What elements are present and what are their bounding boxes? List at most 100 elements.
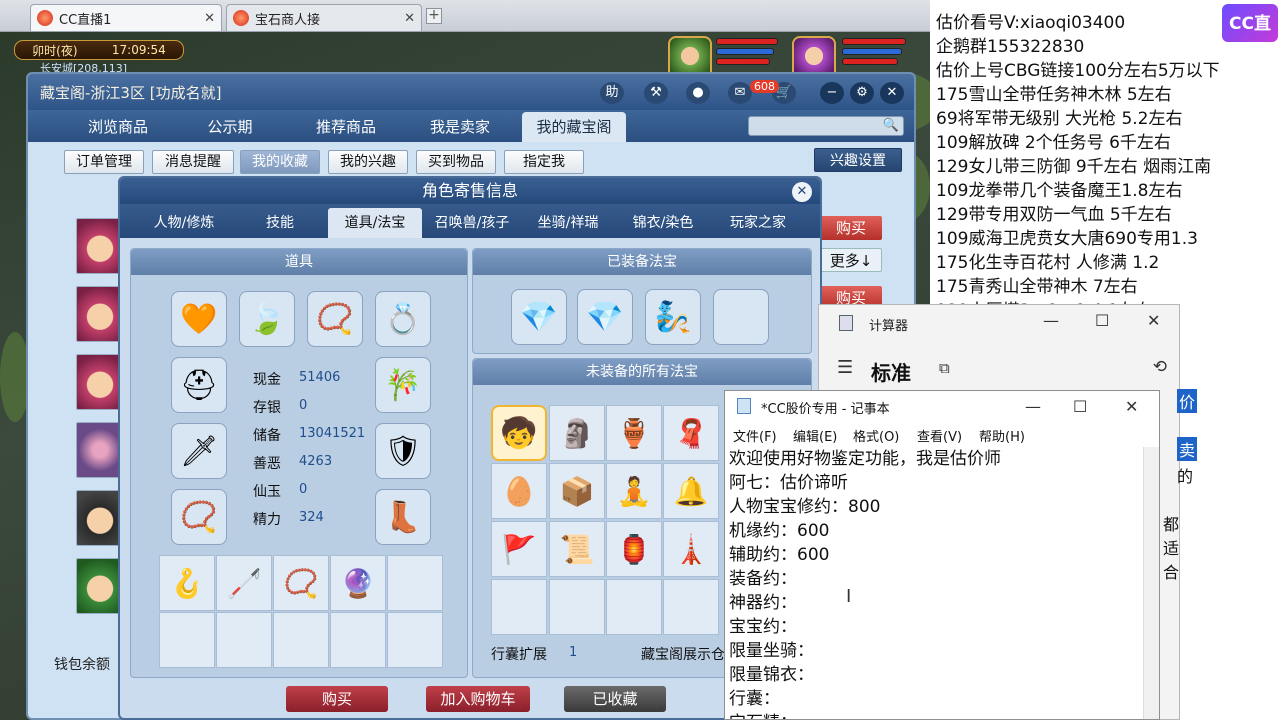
chat-icon[interactable]: ✉ xyxy=(728,82,752,104)
treasure-cell[interactable] xyxy=(549,579,605,635)
tab-character[interactable]: 人物/修炼 xyxy=(138,208,230,238)
close-icon[interactable]: ✕ xyxy=(1147,311,1160,330)
order-manage-button[interactable]: 订单管理 xyxy=(64,150,144,174)
treasure-slot[interactable]: 🧞 xyxy=(645,289,701,345)
item-slot[interactable]: 🍃 xyxy=(239,291,295,347)
tab-my-pavilion[interactable]: 我的藏宝阁 xyxy=(522,112,626,142)
treasure-cell[interactable]: 🚩 xyxy=(491,521,547,577)
new-tab-button[interactable]: + xyxy=(426,8,442,24)
browser-tab-cc-live[interactable]: CC直播1 ✕ xyxy=(30,4,222,31)
treasure-cell[interactable]: 🧘 xyxy=(606,463,662,519)
close-icon[interactable]: ✕ xyxy=(1125,397,1138,416)
bag-cell[interactable] xyxy=(330,612,386,668)
item-slot[interactable]: 📿 xyxy=(307,291,363,347)
maximize-icon[interactable]: ☐ xyxy=(1073,397,1087,416)
list-item-avatar[interactable] xyxy=(76,490,124,546)
bag-cell[interactable] xyxy=(387,555,443,611)
treasure-cell[interactable] xyxy=(491,579,547,635)
maximize-icon[interactable]: ☐ xyxy=(1095,311,1109,330)
tab-recommended[interactable]: 推荐商品 xyxy=(294,112,398,142)
treasure-cell[interactable] xyxy=(606,579,662,635)
list-item-avatar[interactable] xyxy=(76,286,124,342)
treasure-cell[interactable]: 🏺 xyxy=(606,405,662,461)
treasure-cell[interactable] xyxy=(663,579,719,635)
menu-help[interactable]: 帮助(H) xyxy=(979,426,1025,445)
bag-cell[interactable]: 🪝 xyxy=(159,555,215,611)
search-input[interactable]: 🔍 xyxy=(748,116,904,136)
search-icon[interactable]: 🔍 xyxy=(883,118,899,133)
hammer-icon[interactable]: ⚒ xyxy=(644,82,668,104)
bag-cell[interactable]: 🦯 xyxy=(216,555,272,611)
minimize-icon[interactable]: — xyxy=(1043,311,1059,330)
notepad-text-area[interactable]: 欢迎使用好物鉴定功能，我是估价师 阿七：估价谛听 人物宝宝修约：800 机缘约：… xyxy=(729,447,1139,719)
treasure-cell[interactable]: 🧣 xyxy=(663,405,719,461)
history-icon[interactable]: ⟲ xyxy=(1153,357,1167,377)
keep-on-top-icon[interactable]: ⧉ xyxy=(939,359,950,377)
vertical-scrollbar[interactable] xyxy=(1143,447,1159,719)
bag-cell[interactable] xyxy=(216,612,272,668)
menu-file[interactable]: 文件(F) xyxy=(733,426,777,445)
accessory-slot[interactable]: 🎋 xyxy=(375,357,431,413)
favorited-button[interactable]: 已收藏 xyxy=(564,686,666,712)
menu-icon[interactable]: ☰ xyxy=(837,357,853,378)
treasure-cell[interactable]: 🗿 xyxy=(549,405,605,461)
tab-pets[interactable]: 召唤兽/孩子 xyxy=(426,208,518,238)
more-button[interactable]: 更多↓ xyxy=(820,248,882,272)
tab-seller[interactable]: 我是卖家 xyxy=(408,112,512,142)
buy-button[interactable]: 购买 xyxy=(286,686,388,712)
my-favorites-button[interactable]: 我的收藏 xyxy=(240,150,320,174)
message-remind-button[interactable]: 消息提醒 xyxy=(152,150,234,174)
boots-slot[interactable]: 👢 xyxy=(375,489,431,545)
tab-items-treasure[interactable]: 道具/法宝 xyxy=(328,208,422,238)
bag-cell[interactable]: 📿 xyxy=(273,555,329,611)
item-slot[interactable]: 🧡 xyxy=(171,291,227,347)
menu-view[interactable]: 查看(V) xyxy=(917,426,962,445)
tab-browse[interactable]: 浏览商品 xyxy=(68,112,168,142)
close-icon[interactable]: ✕ xyxy=(404,11,415,26)
weapon-slot[interactable]: 🗡 xyxy=(171,423,227,479)
bag-cell[interactable] xyxy=(159,612,215,668)
list-item-avatar[interactable] xyxy=(76,218,124,274)
tab-home[interactable]: 玩家之家 xyxy=(714,208,802,238)
close-icon[interactable]: ✕ xyxy=(204,11,215,26)
treasure-slot[interactable]: 💎 xyxy=(577,289,633,345)
help-button[interactable]: 助 xyxy=(600,82,624,104)
bought-items-button[interactable]: 买到物品 xyxy=(416,150,496,174)
treasure-slot[interactable]: 💎 xyxy=(511,289,567,345)
close-icon[interactable]: ✕ xyxy=(792,182,812,202)
gear-icon[interactable]: ⚙ xyxy=(850,82,874,104)
armor-slot[interactable]: 🛡 xyxy=(375,423,431,479)
treasure-cell[interactable]: 🗼 xyxy=(663,521,719,577)
interest-settings-button[interactable]: 兴趣设置 xyxy=(814,148,902,172)
tab-mounts[interactable]: 坐骑/祥瑞 xyxy=(524,208,612,238)
menu-format[interactable]: 格式(O) xyxy=(853,426,899,445)
record-icon[interactable]: ● xyxy=(686,82,710,104)
treasure-cell[interactable]: 📜 xyxy=(549,521,605,577)
buy-button[interactable]: 购买 xyxy=(820,216,882,240)
menu-edit[interactable]: 编辑(E) xyxy=(793,426,837,445)
treasure-slot[interactable]: 🧒 xyxy=(491,405,547,461)
necklace-slot[interactable]: 📿 xyxy=(171,489,227,545)
minimize-icon[interactable]: — xyxy=(1025,397,1041,416)
tab-outfits[interactable]: 锦衣/染色 xyxy=(620,208,706,238)
list-item-avatar[interactable] xyxy=(76,422,124,478)
bag-cell[interactable] xyxy=(273,612,329,668)
treasure-cell[interactable]: 🔔 xyxy=(663,463,719,519)
designated-me-button[interactable]: 指定我 xyxy=(504,150,584,174)
minimize-icon[interactable]: − xyxy=(820,82,844,104)
treasure-cell[interactable]: 🥚 xyxy=(491,463,547,519)
list-item-avatar[interactable] xyxy=(76,354,124,410)
tab-public[interactable]: 公示期 xyxy=(180,112,280,142)
close-icon[interactable]: ✕ xyxy=(880,82,904,104)
treasure-cell[interactable]: 📦 xyxy=(549,463,605,519)
add-to-cart-button[interactable]: 加入购物车 xyxy=(426,686,530,712)
bag-cell[interactable]: 🔮 xyxy=(330,555,386,611)
item-slot[interactable]: 💍 xyxy=(375,291,431,347)
treasure-slot[interactable] xyxy=(713,289,769,345)
my-interest-button[interactable]: 我的兴趣 xyxy=(328,150,408,174)
helmet-slot[interactable]: ⛑ xyxy=(171,357,227,413)
browser-tab-gem-merchant[interactable]: 宝石商人接 ✕ xyxy=(226,4,422,31)
list-item-avatar[interactable] xyxy=(76,558,124,614)
bag-cell[interactable] xyxy=(387,612,443,668)
tab-skills[interactable]: 技能 xyxy=(238,208,322,238)
